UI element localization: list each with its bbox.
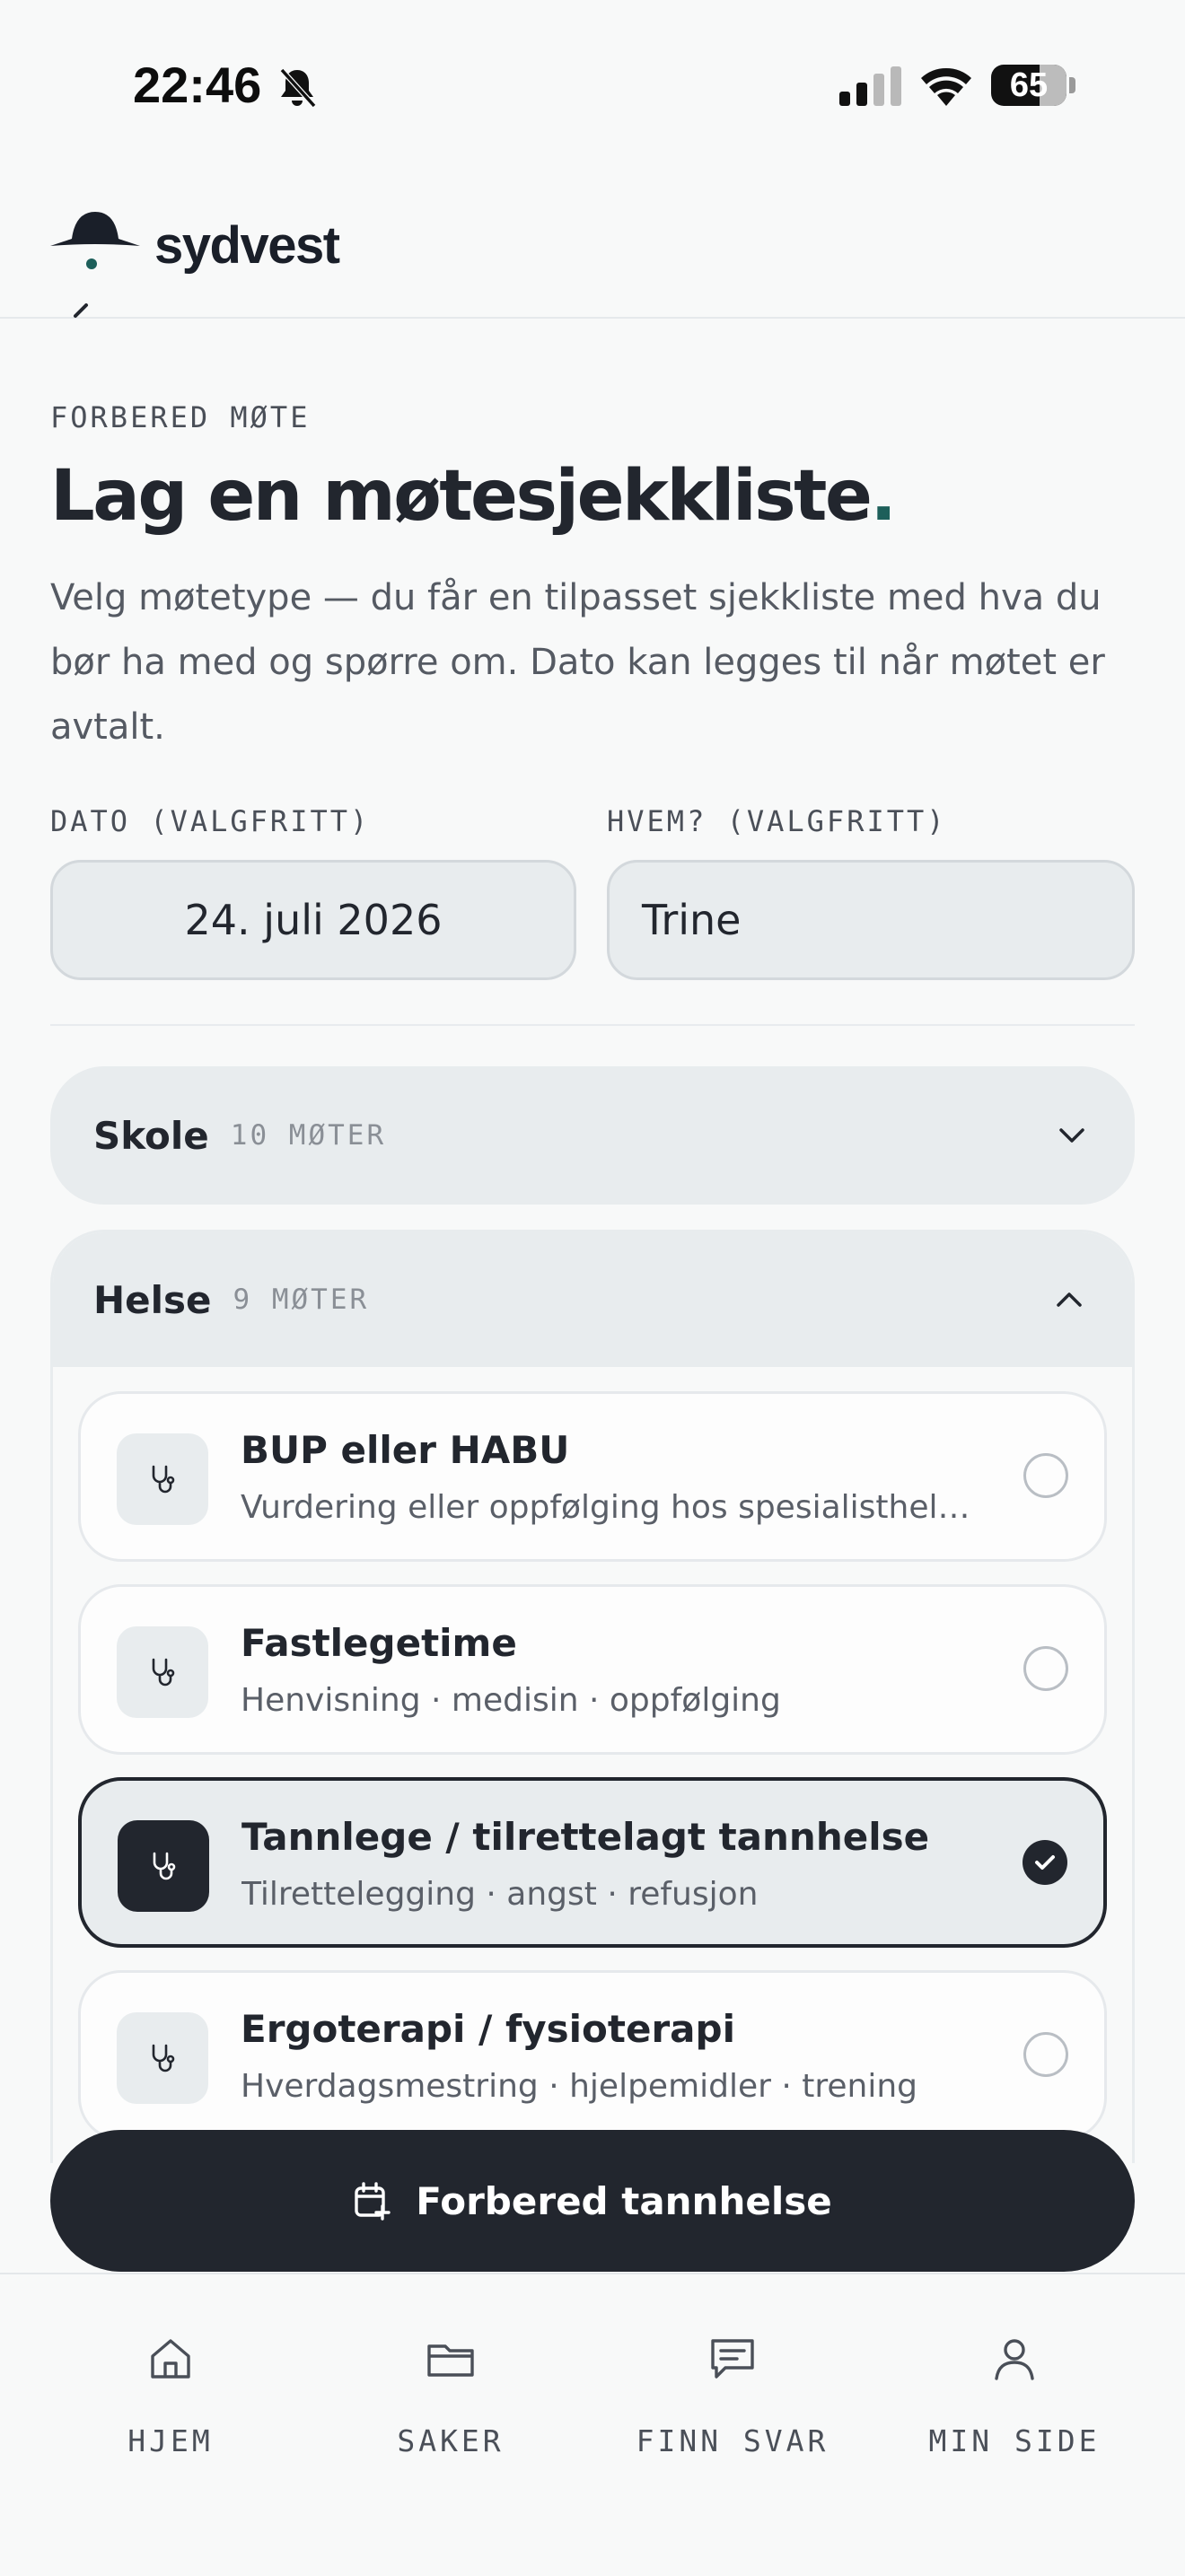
radio-selected[interactable] — [1023, 1840, 1067, 1885]
home-icon — [151, 2339, 190, 2379]
meeting-option-fastlege[interactable]: Fastlegetime Henvisning · medisin · oppf… — [78, 1584, 1107, 1755]
stethoscope-icon — [117, 2012, 208, 2104]
folder-icon — [427, 2344, 474, 2377]
chevron-down-icon — [1059, 1128, 1084, 1143]
group-title: Helse — [93, 1277, 212, 1322]
sydvest-logo-icon — [50, 212, 140, 269]
status-time: 22:46 — [133, 57, 262, 113]
group-header-helse[interactable]: Helse 9 MØTER — [53, 1232, 1132, 1367]
prepare-meeting-label: Forbered tannhelse — [416, 2178, 832, 2223]
nav-item-hjem[interactable]: HJEM — [36, 2334, 305, 2458]
group-title: Skole — [93, 1113, 209, 1158]
nav-item-finn-svar[interactable]: FINN SVAR — [598, 2334, 867, 2458]
section-divider — [50, 1024, 1135, 1026]
calendar-add-icon — [355, 2182, 391, 2221]
back-chevron-icon[interactable] — [68, 303, 95, 334]
group-header-skole[interactable]: Skole 10 MØTER — [50, 1066, 1135, 1205]
radio-unselected[interactable] — [1023, 1453, 1068, 1498]
page-title: Lag en møtesjekkliste. — [50, 456, 897, 537]
group-count: 10 MØTER — [230, 1119, 387, 1152]
option-title: BUP eller HABU — [241, 1428, 570, 1472]
meeting-option-ergoterapi[interactable]: Ergoterapi / fysioterapi Hverdagsmestrin… — [78, 1970, 1107, 2141]
brand-name[interactable]: sydvest — [154, 215, 340, 276]
who-field[interactable]: Trine — [607, 860, 1135, 980]
group-helse: Helse 9 MØTER BUP eller HABU Vurdering e… — [50, 1230, 1135, 2163]
bottom-nav: HJEM SAKER FINN SVAR MIN SIDE — [0, 2273, 1185, 2576]
page-eyebrow: FORBERED MØTE — [50, 400, 311, 434]
option-subtitle: Tilrettelegging · angst · refusjon — [241, 1876, 759, 1913]
meeting-option-tannlege[interactable]: Tannlege / tilrettelagt tannhelse Tilret… — [78, 1777, 1107, 1948]
chevron-up-icon — [1057, 1292, 1082, 1307]
title-accent-dot: . — [870, 456, 897, 537]
option-title: Ergoterapi / fysioterapi — [241, 2007, 735, 2051]
wifi-icon — [921, 67, 971, 106]
nav-label: SAKER — [397, 2423, 505, 2458]
page-intro: Velg møtetype — du får en tilpasset sjek… — [50, 577, 1105, 748]
who-field-label: HVEM? (VALGFRITT) — [607, 804, 947, 838]
nav-label: FINN SVAR — [636, 2423, 830, 2458]
option-subtitle: Hverdagsmestring · hjelpemidler · trenin… — [241, 2068, 918, 2105]
check-icon — [1035, 1855, 1055, 1870]
stethoscope-icon — [117, 1433, 208, 1525]
stethoscope-icon — [118, 1820, 209, 1912]
battery-level: 65 — [1009, 66, 1049, 104]
prepare-meeting-button[interactable]: Forbered tannhelse — [50, 2130, 1135, 2272]
nav-item-min-side[interactable]: MIN SIDE — [880, 2334, 1149, 2458]
date-field-label: DATO (VALGFRITT) — [50, 804, 371, 838]
date-field[interactable]: 24. juli 2026 — [50, 860, 576, 980]
chat-icon — [711, 2339, 754, 2379]
bell-slash-icon — [279, 67, 317, 109]
group-count: 9 MØTER — [233, 1284, 370, 1316]
nav-label: MIN SIDE — [928, 2423, 1101, 2458]
signal-icon — [839, 66, 901, 106]
battery-icon: 65 — [991, 65, 1066, 106]
who-field-value: Trine — [642, 896, 742, 944]
meeting-option-bup[interactable]: BUP eller HABU Vurdering eller oppfølgin… — [78, 1391, 1107, 1562]
nav-label: HJEM — [127, 2423, 214, 2458]
header-divider — [0, 317, 1185, 319]
option-title: Fastlegetime — [241, 1621, 517, 1665]
user-icon — [995, 2339, 1034, 2380]
option-title: Tannlege / tilrettelagt tannhelse — [241, 1815, 930, 1859]
nav-item-saker[interactable]: SAKER — [316, 2334, 585, 2458]
radio-unselected[interactable] — [1023, 2032, 1068, 2077]
radio-unselected[interactable] — [1023, 1646, 1068, 1691]
stethoscope-icon — [117, 1626, 208, 1718]
option-subtitle: Henvisning · medisin · oppfølging — [241, 1682, 781, 1719]
battery-tip — [1069, 77, 1075, 93]
option-subtitle: Vurdering eller oppfølging hos spesialis… — [241, 1489, 977, 1526]
date-field-value: 24. juli 2026 — [184, 896, 443, 944]
page-title-text: Lag en møtesjekkliste — [50, 456, 873, 537]
